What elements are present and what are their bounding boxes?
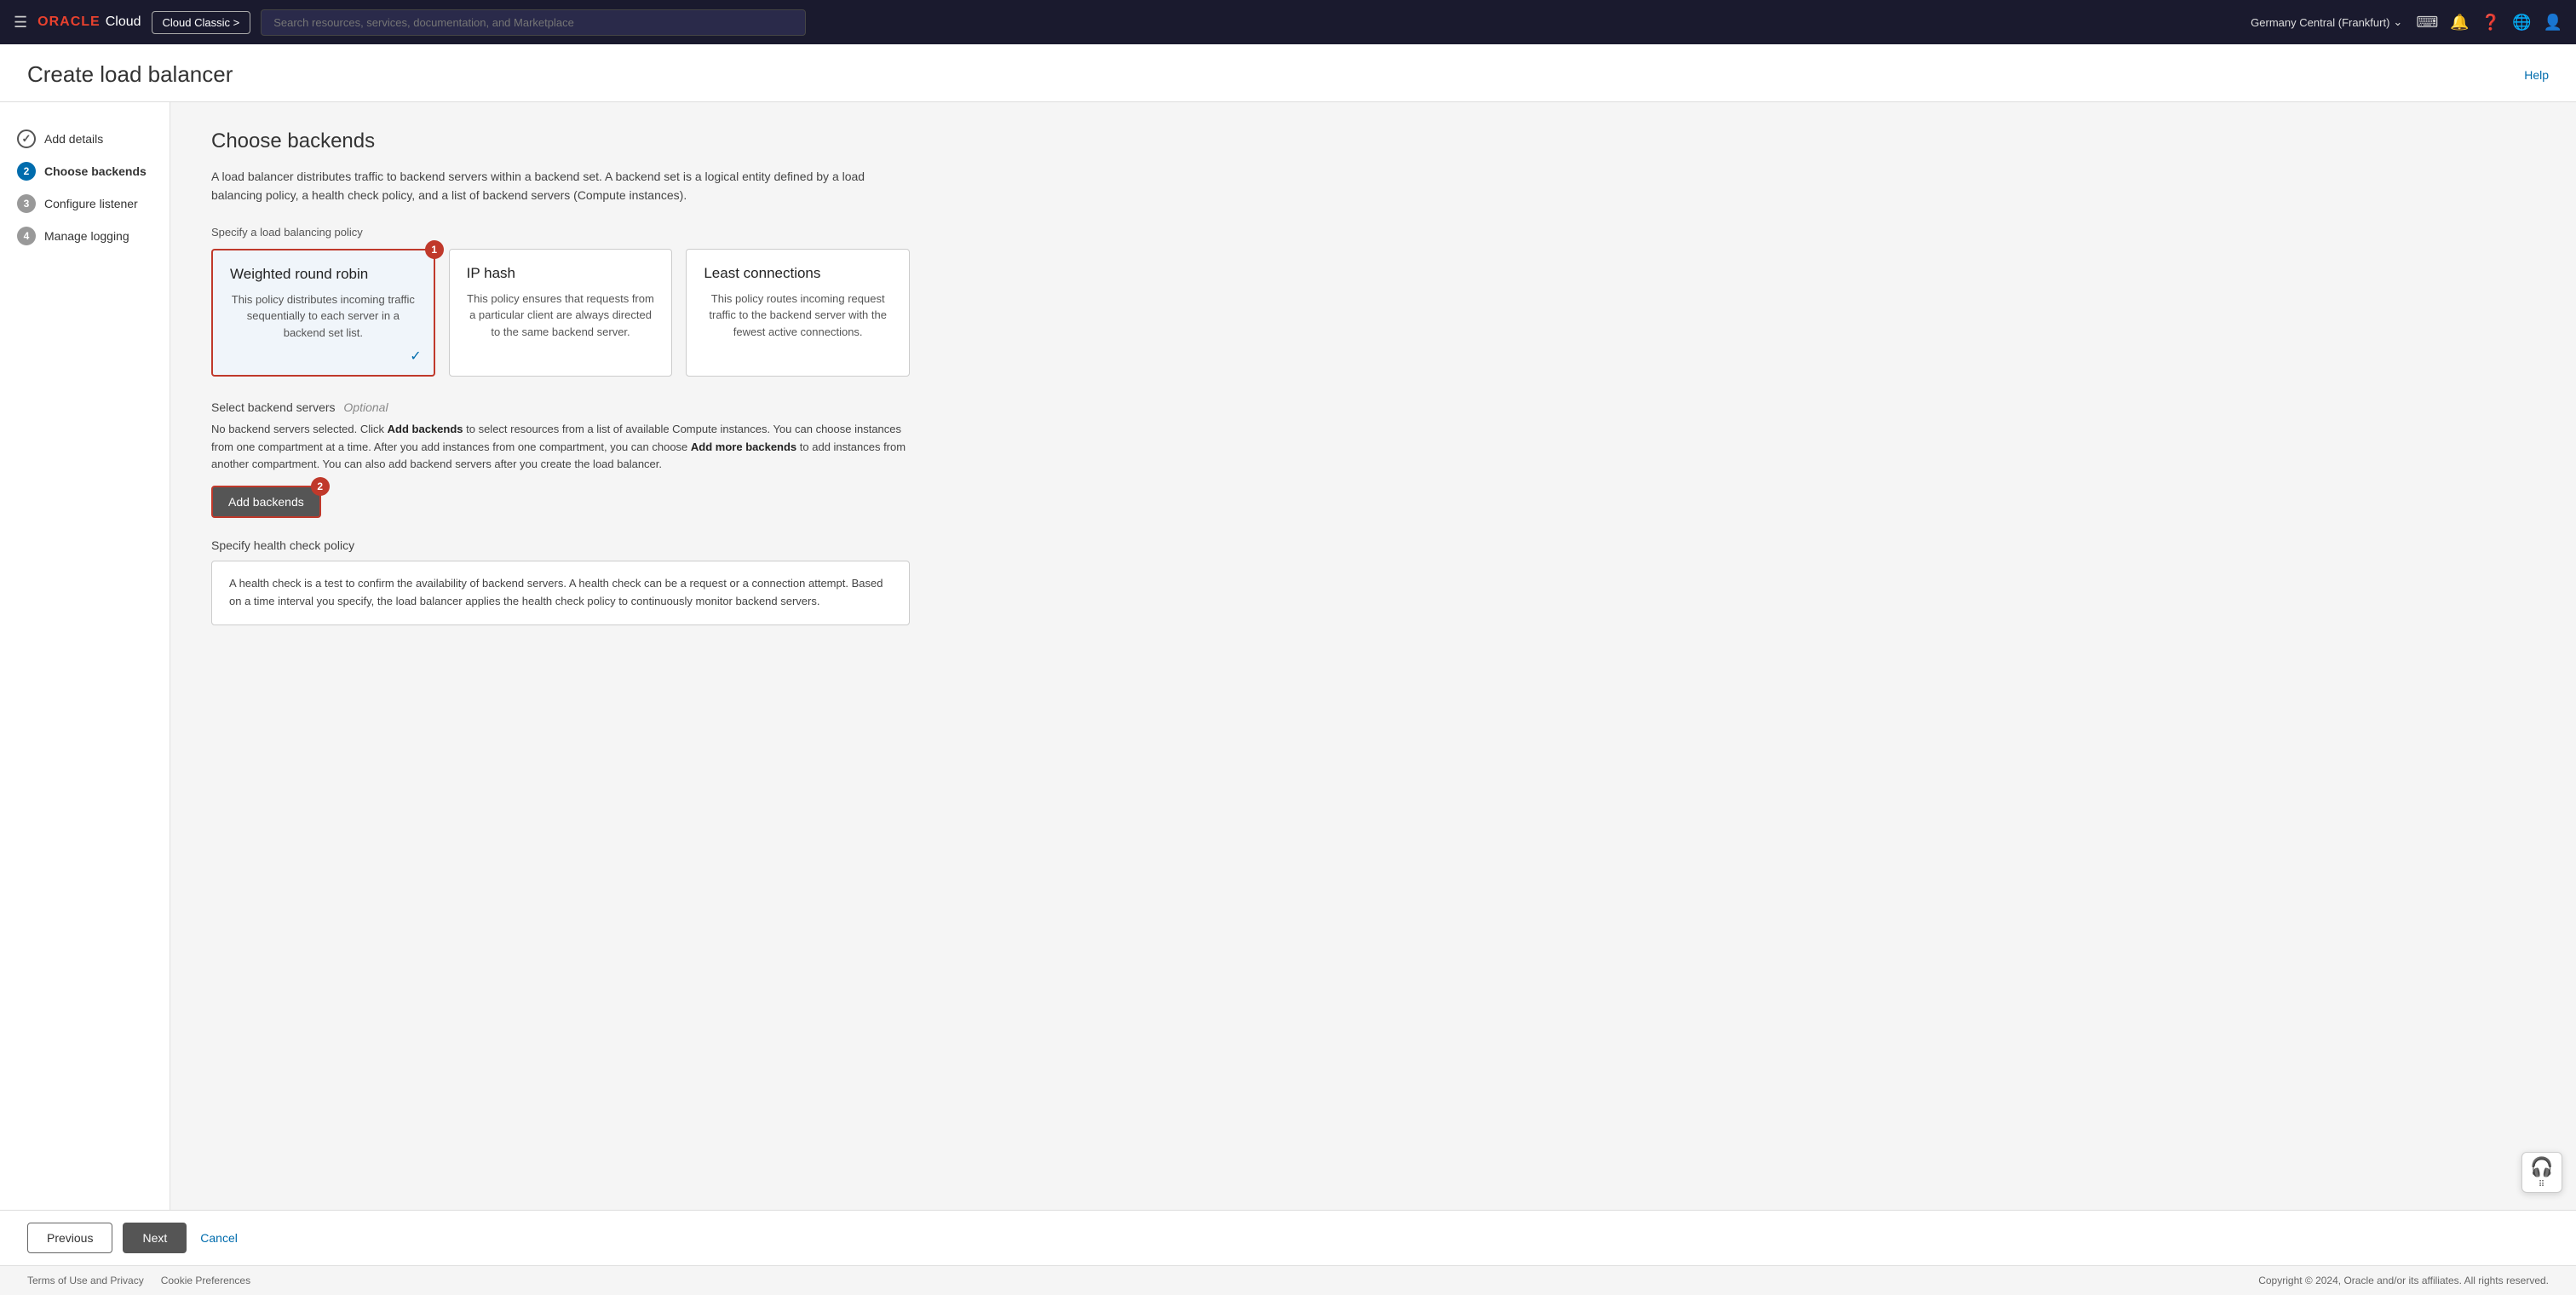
globe-icon[interactable]: 🌐 bbox=[2512, 14, 2531, 32]
sidebar-item-manage-logging[interactable]: 4 Manage logging bbox=[0, 220, 170, 252]
add-more-backends-bold: Add more backends bbox=[691, 440, 796, 453]
cloud-classic-button[interactable]: Cloud Classic > bbox=[152, 11, 251, 34]
section-title: Choose backends bbox=[211, 130, 2535, 153]
sidebar-item-configure-listener[interactable]: 3 Configure listener bbox=[0, 187, 170, 220]
region-label: Germany Central (Frankfurt) bbox=[2251, 16, 2389, 29]
terms-of-use-link[interactable]: Terms of Use and Privacy bbox=[27, 1275, 144, 1286]
oracle-logo: ORACLE Cloud bbox=[37, 14, 141, 30]
sidebar-item-choose-backends[interactable]: 2 Choose backends bbox=[0, 155, 170, 187]
backend-servers-label: Select backend servers Optional bbox=[211, 400, 910, 414]
bottom-bar-links: Terms of Use and Privacy Cookie Preferen… bbox=[27, 1275, 250, 1286]
sidebar-item-add-details[interactable]: ✓ Add details bbox=[0, 123, 170, 155]
backend-servers-label-text: Select backend servers bbox=[211, 400, 336, 414]
backends-desc-part1: No backend servers selected. Click bbox=[211, 423, 388, 435]
health-check-section: Specify health check policy A health che… bbox=[211, 538, 910, 625]
topnav-icons-group: ⌨ 🔔 ❓ 🌐 👤 bbox=[2416, 14, 2562, 32]
user-avatar-icon[interactable]: 👤 bbox=[2544, 14, 2562, 32]
hamburger-menu-icon[interactable]: ☰ bbox=[14, 14, 27, 32]
policy-card-title-weighted: Weighted round robin bbox=[230, 266, 417, 283]
optional-label: Optional bbox=[343, 400, 388, 414]
previous-button[interactable]: Previous bbox=[27, 1223, 112, 1253]
step-badge-1: ✓ bbox=[17, 130, 36, 148]
floating-help-icon: 🎧 bbox=[2530, 1156, 2553, 1178]
page-header: Create load balancer Help bbox=[0, 44, 2576, 102]
bell-icon[interactable]: 🔔 bbox=[2450, 14, 2469, 32]
next-button[interactable]: Next bbox=[123, 1223, 187, 1253]
check-icon: ✓ bbox=[22, 132, 32, 146]
policy-card-title-iphash: IP hash bbox=[467, 265, 655, 282]
topnav-right-section: Germany Central (Frankfurt) ⌄ ⌨ 🔔 ❓ 🌐 👤 bbox=[2251, 14, 2562, 32]
policy-card-outer-iphash: IP hash This policy ensures that request… bbox=[449, 249, 673, 377]
page-wrapper: Create load balancer Help ✓ Add details … bbox=[0, 44, 2576, 1295]
step-badge-3: 3 bbox=[17, 194, 36, 213]
policy-card-title-least: Least connections bbox=[704, 265, 892, 282]
add-backends-bold: Add backends bbox=[388, 423, 463, 435]
page-title: Create load balancer bbox=[27, 61, 233, 88]
policy-label: Specify a load balancing policy bbox=[211, 226, 2535, 239]
section-description: A load balancer distributes traffic to b… bbox=[211, 167, 910, 205]
policy-cards-container: Weighted round robin This policy distrib… bbox=[211, 249, 910, 377]
top-navigation: ☰ ORACLE Cloud Cloud Classic > Germany C… bbox=[0, 0, 2576, 44]
step-number-4: 4 bbox=[24, 230, 30, 242]
health-check-desc-text: A health check is a test to confirm the … bbox=[229, 577, 883, 607]
health-check-label: Specify health check policy bbox=[211, 538, 910, 552]
health-check-desc-box: A health check is a test to confirm the … bbox=[211, 561, 910, 625]
step-number-3: 3 bbox=[24, 198, 30, 210]
floating-help-dots: ⠿ bbox=[2539, 1180, 2545, 1189]
sidebar-label-add-details: Add details bbox=[44, 132, 103, 146]
chevron-down-icon: ⌄ bbox=[2393, 15, 2402, 29]
content-area: Choose backends A load balancer distribu… bbox=[170, 102, 2576, 1210]
policy-card-desc-least: This policy routes incoming request traf… bbox=[704, 291, 892, 341]
policy-card-ip-hash[interactable]: IP hash This policy ensures that request… bbox=[449, 249, 673, 377]
cookie-preferences-link[interactable]: Cookie Preferences bbox=[161, 1275, 250, 1286]
copyright-text: Copyright © 2024, Oracle and/or its affi… bbox=[2258, 1275, 2549, 1286]
bottom-bar: Terms of Use and Privacy Cookie Preferen… bbox=[0, 1265, 2576, 1295]
policy-card-desc-weighted: This policy distributes incoming traffic… bbox=[230, 291, 417, 342]
policy-card-outer-weighted: Weighted round robin This policy distrib… bbox=[211, 249, 435, 377]
policy-card-least-connections[interactable]: Least connections This policy routes inc… bbox=[686, 249, 910, 377]
sidebar: ✓ Add details 2 Choose backends 3 Config… bbox=[0, 102, 170, 1210]
annotation-badge-2: 2 bbox=[311, 477, 330, 496]
policy-card-weighted-round-robin[interactable]: Weighted round robin This policy distrib… bbox=[211, 249, 435, 377]
help-link[interactable]: Help bbox=[2524, 68, 2549, 82]
cancel-button[interactable]: Cancel bbox=[197, 1223, 241, 1252]
oracle-wordmark: ORACLE bbox=[37, 14, 101, 30]
backend-servers-desc: No backend servers selected. Click Add b… bbox=[211, 421, 910, 474]
sidebar-label-configure-listener: Configure listener bbox=[44, 197, 138, 210]
policy-card-outer-least: Least connections This policy routes inc… bbox=[686, 249, 910, 377]
backend-servers-section: Select backend servers Optional No backe… bbox=[211, 400, 910, 518]
check-selected-icon: ✓ bbox=[410, 348, 421, 365]
add-backends-wrapper: Add backends 2 bbox=[211, 486, 321, 518]
policy-card-desc-iphash: This policy ensures that requests from a… bbox=[467, 291, 655, 341]
region-selector[interactable]: Germany Central (Frankfurt) ⌄ bbox=[2251, 15, 2402, 29]
search-input[interactable] bbox=[261, 9, 806, 36]
annotation-badge-1: 1 bbox=[425, 240, 444, 259]
help-icon[interactable]: ❓ bbox=[2481, 14, 2500, 32]
cloud-wordmark: Cloud bbox=[106, 14, 141, 30]
footer-buttons: Previous Next Cancel bbox=[0, 1210, 2576, 1265]
code-icon[interactable]: ⌨ bbox=[2416, 14, 2438, 32]
step-badge-2: 2 bbox=[17, 162, 36, 181]
floating-help-widget[interactable]: 🎧 ⠿ bbox=[2521, 1152, 2562, 1193]
add-backends-button[interactable]: Add backends bbox=[211, 486, 321, 518]
step-badge-4: 4 bbox=[17, 227, 36, 245]
sidebar-label-manage-logging: Manage logging bbox=[44, 229, 129, 243]
sidebar-label-choose-backends: Choose backends bbox=[44, 164, 147, 178]
step-number-2: 2 bbox=[24, 165, 30, 177]
main-content: ✓ Add details 2 Choose backends 3 Config… bbox=[0, 102, 2576, 1210]
